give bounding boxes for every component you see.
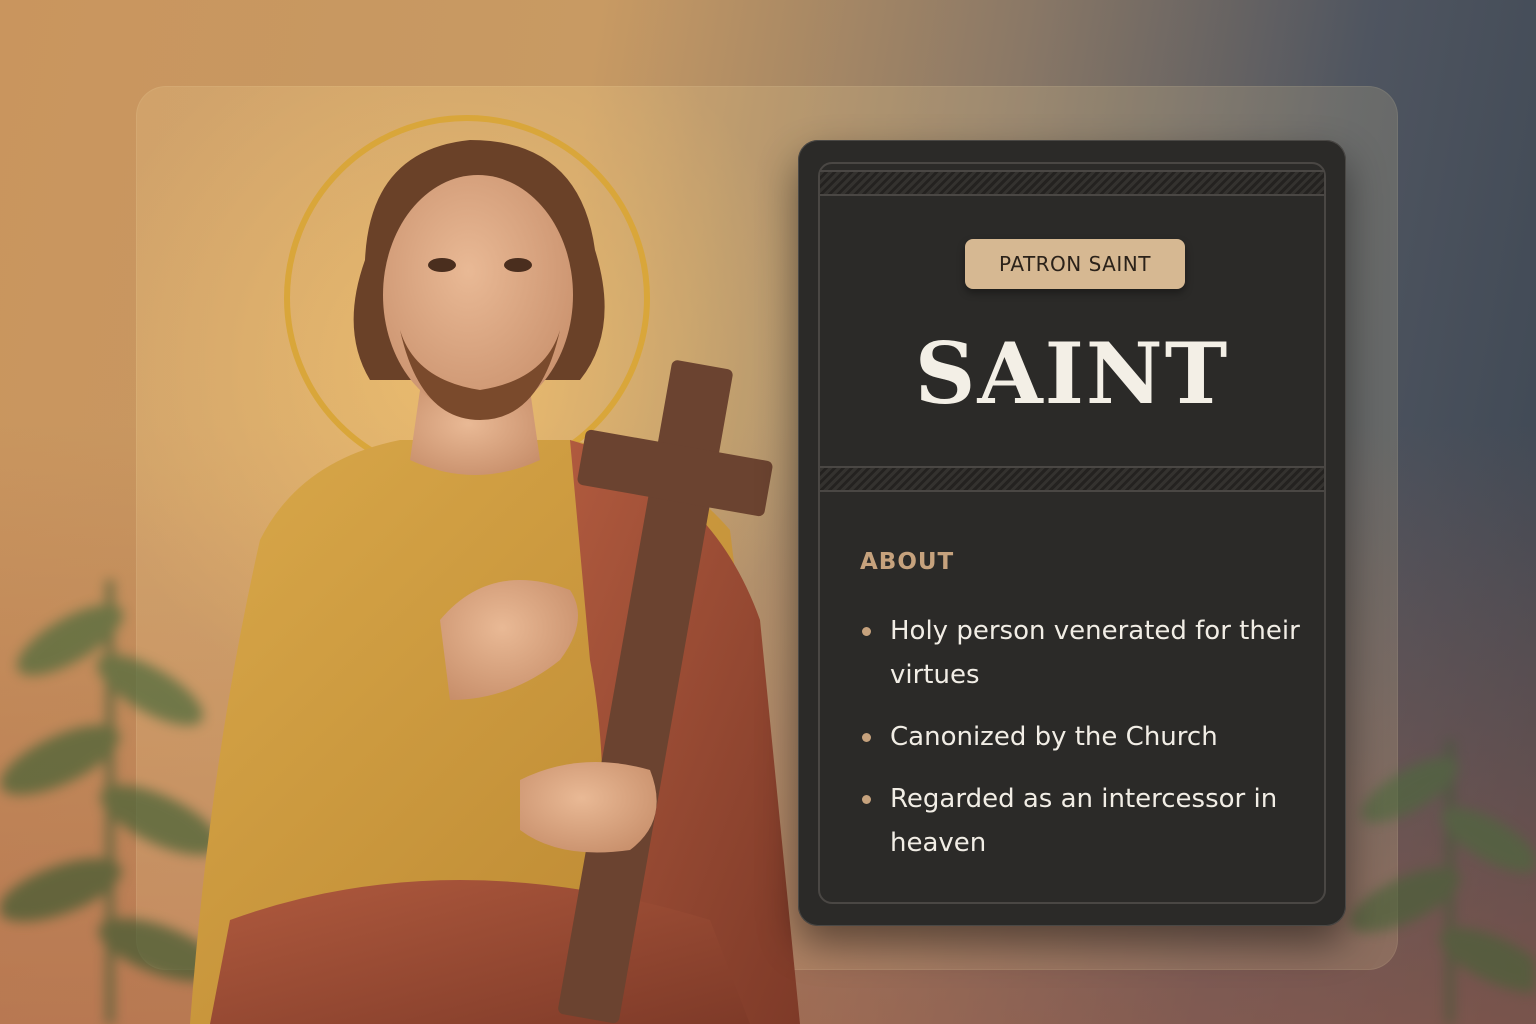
bullet-dot-icon — [862, 795, 871, 804]
bullet-text: Holy person venerated for their virtues — [890, 616, 1300, 690]
bullet-item: Holy person venerated for their virtues — [860, 609, 1330, 697]
bullet-item: Canonized by the Church — [860, 715, 1330, 759]
plant-right — [1350, 740, 1536, 1024]
card-title: SAINT — [914, 324, 1230, 423]
decorative-band-middle — [820, 466, 1324, 492]
bullet-dot-icon — [862, 733, 871, 742]
card-border: PATRON SAINT SAINT ABOUT Holy person ven… — [818, 162, 1326, 904]
decorative-band-top — [820, 170, 1324, 196]
about-bullet-list: Holy person venerated for their virtues … — [860, 609, 1330, 883]
bullet-text: Canonized by the Church — [890, 722, 1218, 752]
about-section-label: ABOUT — [860, 549, 955, 575]
info-card: PATRON SAINT SAINT ABOUT Holy person ven… — [798, 140, 1346, 926]
bullet-text: Regarded as an intercessor in heaven — [890, 784, 1278, 858]
saint-statue-illustration — [190, 115, 800, 1024]
patron-saint-badge: PATRON SAINT — [965, 239, 1185, 289]
bullet-item: Regarded as an intercessor in heaven — [860, 777, 1330, 865]
bullet-dot-icon — [862, 627, 871, 636]
